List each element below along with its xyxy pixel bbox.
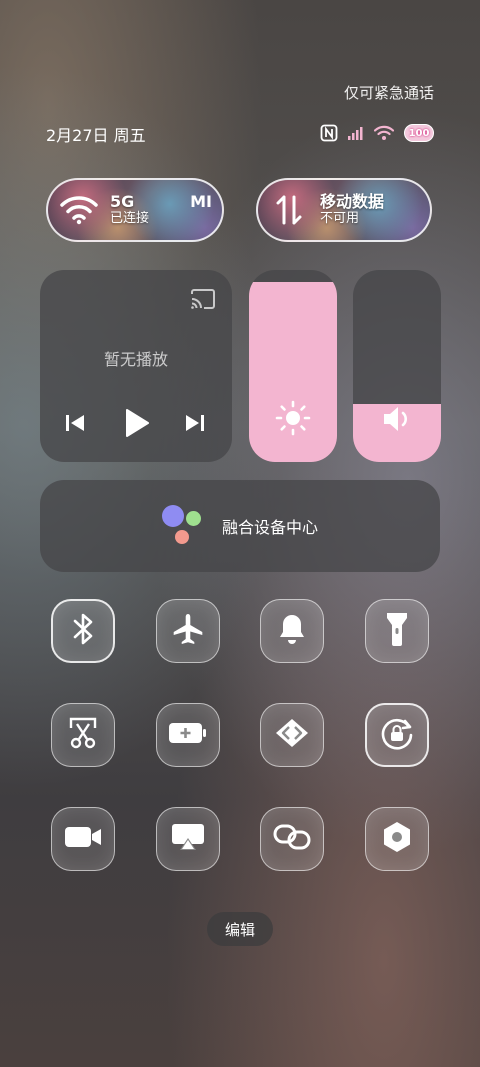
wifi-status-icon — [374, 125, 394, 141]
edit-button[interactable]: 编辑 — [207, 912, 273, 946]
airplane-mode-toggle[interactable] — [156, 599, 220, 663]
sun-icon — [275, 400, 311, 440]
battery-saver-icon — [168, 721, 208, 749]
link-icon — [273, 822, 311, 856]
speaker-icon — [381, 404, 413, 438]
previous-track-button[interactable] — [64, 412, 86, 438]
screenshot-toggle[interactable] — [51, 703, 115, 767]
bluetooth-toggle[interactable] — [51, 599, 115, 663]
settings-hexagon-icon — [382, 821, 412, 857]
status-bar-icons: 100 — [320, 122, 434, 144]
bluetooth-icon — [72, 612, 94, 650]
wifi-status-text: 已连接 — [110, 210, 150, 226]
brightness-slider[interactable] — [249, 270, 337, 462]
rotation-lock-toggle[interactable] — [365, 703, 429, 767]
no-media-text: 暂无播放 — [103, 350, 168, 369]
volume-slider[interactable] — [353, 270, 441, 462]
signal-icon — [348, 126, 364, 140]
mobile-data-icon — [258, 193, 320, 227]
battery-level-text: 100 — [408, 127, 430, 139]
link-toggle[interactable] — [260, 807, 324, 871]
screen-cast-toggle[interactable] — [156, 807, 220, 871]
cast-icon[interactable] — [190, 288, 216, 314]
code-icon — [274, 718, 310, 752]
wifi-icon — [48, 194, 110, 226]
fusion-device-center-label: 融合设备中心 — [221, 518, 318, 537]
flashlight-toggle[interactable] — [365, 599, 429, 663]
bell-icon — [277, 612, 307, 650]
ringer-toggle[interactable] — [260, 599, 324, 663]
wifi-network-suffix: MI — [190, 192, 212, 211]
next-track-button[interactable] — [184, 412, 206, 438]
date-label: 2月27日 周五 — [46, 126, 146, 145]
code-toggle[interactable] — [260, 703, 324, 767]
fusion-device-center-button[interactable]: 融合设备中心 — [40, 480, 440, 572]
rotation-lock-icon — [379, 715, 415, 755]
mobile-data-toggle[interactable]: 移动数据 不可用 — [256, 178, 432, 242]
wifi-toggle[interactable]: 5G 已连接 MI — [46, 178, 224, 242]
mobile-data-status: 不可用 — [320, 210, 360, 226]
settings-toggle[interactable] — [365, 807, 429, 871]
nfc-icon — [320, 124, 338, 142]
mobile-data-title: 移动数据 — [320, 192, 385, 212]
screen-record-toggle[interactable] — [51, 807, 115, 871]
screen-cast-icon — [170, 822, 206, 856]
battery-saver-toggle[interactable] — [156, 703, 220, 767]
play-button[interactable] — [124, 408, 150, 442]
fusion-device-icon — [161, 505, 206, 547]
airplane-icon — [171, 612, 205, 650]
emergency-calls-only-label: 仅可紧急通话 — [343, 84, 434, 102]
media-player-panel[interactable]: 暂无播放 — [40, 270, 232, 462]
screenshot-icon — [67, 716, 99, 754]
video-camera-icon — [64, 825, 102, 853]
battery-icon: 100 — [404, 124, 434, 142]
wifi-network-name: 5G — [110, 192, 135, 212]
flashlight-icon — [385, 611, 409, 651]
